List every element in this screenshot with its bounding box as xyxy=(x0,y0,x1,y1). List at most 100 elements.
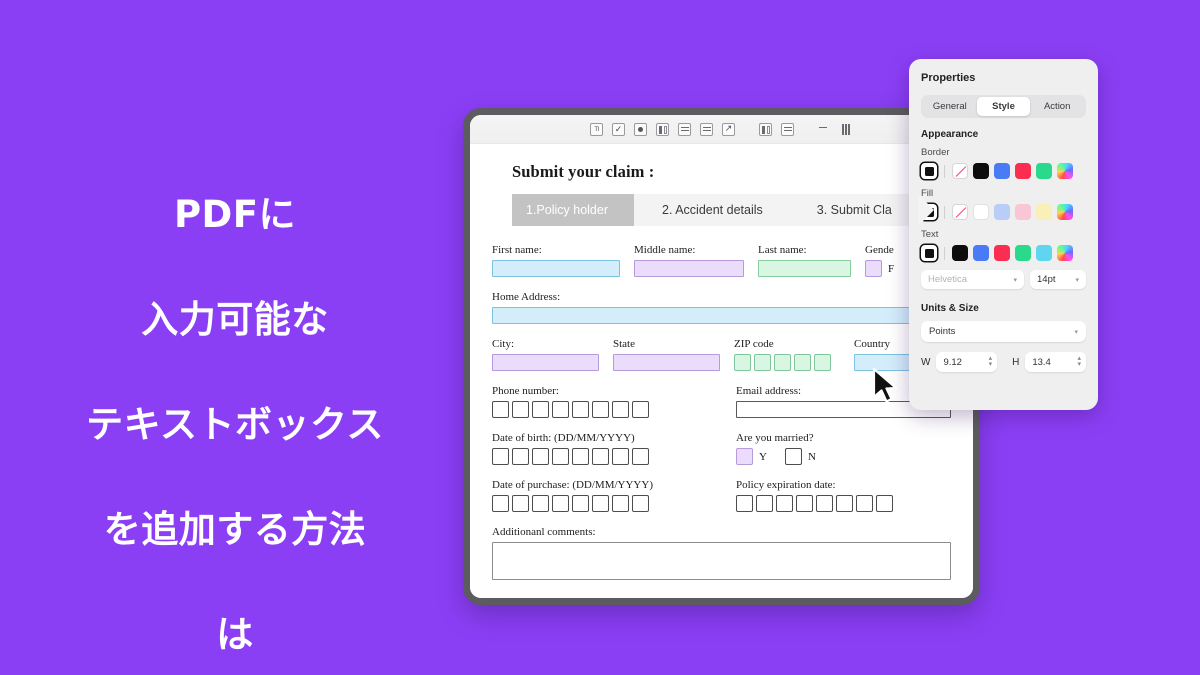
dob-cell[interactable] xyxy=(552,448,569,465)
zip-cell[interactable] xyxy=(794,354,811,371)
border-swatch-selected[interactable] xyxy=(921,163,937,179)
text-swatch-selected[interactable] xyxy=(921,245,937,261)
expiry-cell[interactable] xyxy=(796,495,813,512)
text-field-icon[interactable] xyxy=(590,122,603,136)
font-family-select[interactable]: Helvetica ▾ xyxy=(921,270,1024,289)
text-swatch-red[interactable] xyxy=(994,245,1010,261)
text-swatch-green[interactable] xyxy=(1015,245,1031,261)
zip-cell[interactable] xyxy=(774,354,791,371)
checkbox-field-icon[interactable] xyxy=(612,122,625,136)
border-swatch-row[interactable] xyxy=(921,163,1086,179)
dop-cell[interactable] xyxy=(532,495,549,512)
expiry-cell[interactable] xyxy=(776,495,793,512)
zip-cell[interactable] xyxy=(814,354,831,371)
expiry-cell[interactable] xyxy=(736,495,753,512)
dop-cell[interactable] xyxy=(592,495,609,512)
list-box-field-icon[interactable] xyxy=(656,122,669,136)
step-submit-claim[interactable]: 3. Submit Cla xyxy=(788,194,934,226)
text-swatch-row[interactable] xyxy=(921,245,1086,261)
zip-cell[interactable] xyxy=(754,354,771,371)
phone-cell[interactable] xyxy=(612,401,629,418)
last-name-input[interactable] xyxy=(758,260,851,277)
zip-code-cells[interactable] xyxy=(734,354,842,371)
additional-comments-textarea[interactable] xyxy=(492,542,951,580)
expiry-cell[interactable] xyxy=(836,495,853,512)
phone-cell[interactable] xyxy=(552,401,569,418)
phone-cell[interactable] xyxy=(512,401,529,418)
border-swatch-none[interactable] xyxy=(952,163,968,179)
expiry-cell[interactable] xyxy=(816,495,833,512)
dob-cell[interactable] xyxy=(632,448,649,465)
dop-cell[interactable] xyxy=(612,495,629,512)
gender-female-checkbox[interactable] xyxy=(865,260,882,277)
dob-cell[interactable] xyxy=(592,448,609,465)
home-address-input[interactable] xyxy=(492,307,951,324)
city-input[interactable] xyxy=(492,354,599,371)
properties-tab-bar[interactable]: General Style Action xyxy=(921,95,1086,118)
fill-swatch-row[interactable] xyxy=(921,204,1086,220)
phone-cell[interactable] xyxy=(632,401,649,418)
combo-box-field-icon[interactable] xyxy=(678,122,691,136)
stepper-arrows-icon[interactable]: ▴ ▾ xyxy=(1077,355,1081,368)
phone-number-cells[interactable] xyxy=(492,401,724,418)
border-swatch-blue[interactable] xyxy=(994,163,1010,179)
dob-cell[interactable] xyxy=(492,448,509,465)
dob-cell[interactable] xyxy=(572,448,589,465)
expiry-cell[interactable] xyxy=(876,495,893,512)
tab-style[interactable]: Style xyxy=(976,97,1031,116)
border-swatch-green[interactable] xyxy=(1036,163,1052,179)
phone-cell[interactable] xyxy=(492,401,509,418)
button-field-icon[interactable] xyxy=(722,122,735,136)
form-field-toolbar[interactable] xyxy=(470,115,973,144)
policy-expiration-cells[interactable] xyxy=(736,495,951,512)
height-stepper[interactable]: 13.4 ▴ ▾ xyxy=(1025,352,1086,372)
table-field-icon[interactable] xyxy=(781,122,794,136)
fill-swatch-custom[interactable] xyxy=(1057,204,1073,220)
phone-cell[interactable] xyxy=(532,401,549,418)
border-swatch-red[interactable] xyxy=(1015,163,1031,179)
expiry-cell[interactable] xyxy=(856,495,873,512)
married-no-checkbox[interactable] xyxy=(784,448,802,465)
units-select[interactable]: Points ▾ xyxy=(921,321,1086,342)
dop-cell[interactable] xyxy=(512,495,529,512)
first-name-input[interactable] xyxy=(492,260,620,277)
text-swatch-black[interactable] xyxy=(952,245,968,261)
date-of-birth-cells[interactable] xyxy=(492,448,724,465)
border-swatch-custom[interactable] xyxy=(1057,163,1073,179)
date-of-purchase-cells[interactable] xyxy=(492,495,724,512)
dop-cell[interactable] xyxy=(492,495,509,512)
dop-cell[interactable] xyxy=(632,495,649,512)
border-swatch-black[interactable] xyxy=(973,163,989,179)
align-icon[interactable] xyxy=(818,123,831,136)
width-stepper[interactable]: 9.12 ▴ ▾ xyxy=(936,352,998,372)
phone-cell[interactable] xyxy=(572,401,589,418)
dropdown-field-icon[interactable] xyxy=(700,122,713,136)
dop-cell[interactable] xyxy=(572,495,589,512)
fill-swatch-pink[interactable] xyxy=(1015,204,1031,220)
married-yes-checkbox[interactable] xyxy=(736,448,753,465)
dop-cell[interactable] xyxy=(552,495,569,512)
middle-name-input[interactable] xyxy=(634,260,744,277)
step-policy-holder[interactable]: 1.Policy holder xyxy=(512,194,650,226)
radio-button-field-icon[interactable] xyxy=(634,122,647,136)
fill-swatch-none[interactable] xyxy=(952,204,968,220)
font-size-select[interactable]: 14pt ▾ xyxy=(1030,270,1086,289)
dob-cell[interactable] xyxy=(532,448,549,465)
phone-cell[interactable] xyxy=(592,401,609,418)
expiry-cell[interactable] xyxy=(756,495,773,512)
fill-swatch-white[interactable] xyxy=(973,204,989,220)
signature-field-icon[interactable] xyxy=(759,122,772,136)
fill-swatch-light-blue[interactable] xyxy=(994,204,1010,220)
state-input[interactable] xyxy=(613,354,720,371)
tab-action[interactable]: Action xyxy=(1030,97,1084,116)
dob-cell[interactable] xyxy=(512,448,529,465)
distribute-icon[interactable] xyxy=(840,123,853,136)
text-swatch-custom[interactable] xyxy=(1057,245,1073,261)
dob-cell[interactable] xyxy=(612,448,629,465)
tab-general[interactable]: General xyxy=(923,97,977,116)
text-swatch-cyan[interactable] xyxy=(1036,245,1052,261)
fill-swatch-yellow[interactable] xyxy=(1036,204,1052,220)
zip-cell[interactable] xyxy=(734,354,751,371)
step-accident-details[interactable]: 2. Accident details xyxy=(634,194,805,226)
text-swatch-blue[interactable] xyxy=(973,245,989,261)
